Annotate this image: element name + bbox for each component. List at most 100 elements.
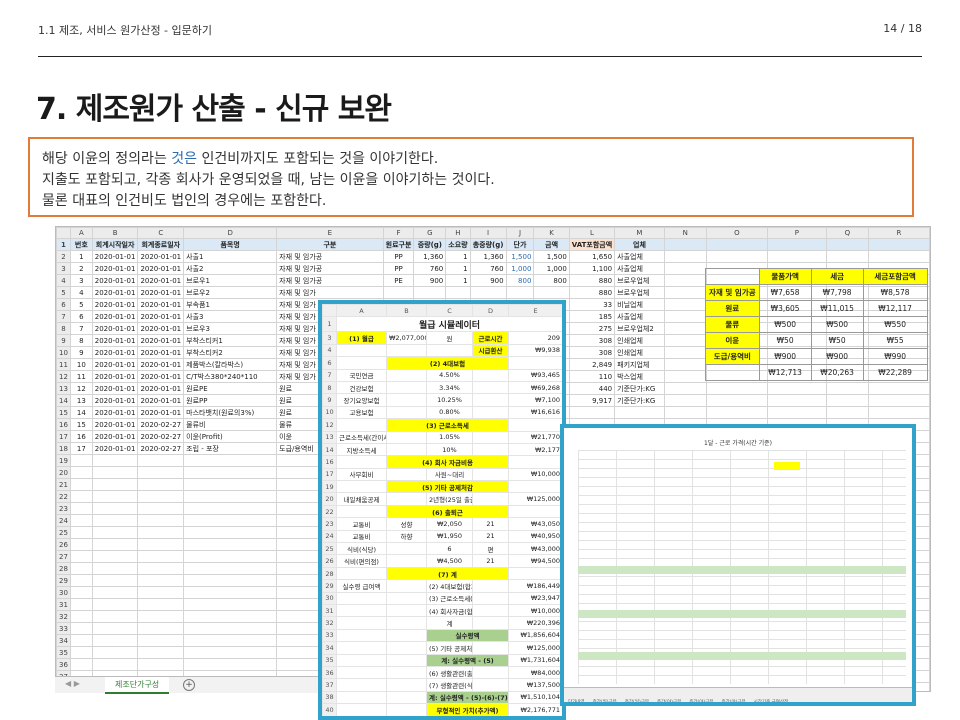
table-cell[interactable]: 부착스티커2 (183, 346, 278, 359)
table-cell[interactable]: 4 (69, 286, 93, 299)
empty-cell[interactable] (69, 586, 93, 599)
empty-cell[interactable] (91, 526, 139, 539)
column-header[interactable]: I (469, 227, 507, 239)
empty-cell[interactable] (69, 574, 93, 587)
empty-cell[interactable] (183, 514, 278, 527)
row-number[interactable]: 3 (56, 262, 71, 275)
table-cell[interactable]: 7 (69, 322, 93, 335)
table-cell[interactable]: 900 (469, 274, 507, 287)
table-cell[interactable]: 12 (69, 382, 93, 395)
empty-cell[interactable] (825, 394, 869, 407)
table-cell[interactable]: 2020-01-01 (91, 442, 139, 455)
column-title[interactable]: 금액 (533, 238, 570, 251)
row-number[interactable]: 28 (56, 562, 71, 575)
empty-cell[interactable] (91, 538, 139, 551)
row-number[interactable]: 32 (56, 610, 71, 623)
table-cell[interactable]: 900 (413, 274, 447, 287)
table-cell[interactable]: 2020-01-01 (137, 394, 185, 407)
table-cell[interactable]: 2020-01-01 (137, 286, 185, 299)
table-cell[interactable]: 이윤(Profit) (183, 430, 278, 443)
table-cell[interactable]: 1,650 (568, 250, 616, 263)
table-cell[interactable]: 자재 및 임가공 (276, 274, 384, 287)
empty-cell[interactable] (663, 382, 707, 395)
row-number[interactable]: 20 (56, 466, 71, 479)
column-header[interactable]: D (183, 227, 278, 239)
column-header[interactable]: E (276, 227, 384, 239)
empty-cell[interactable] (766, 238, 827, 251)
table-cell[interactable]: 마스타뱃치(원료의3%) (183, 406, 278, 419)
empty-cell[interactable] (663, 406, 707, 419)
empty-cell[interactable] (91, 466, 139, 479)
empty-cell[interactable] (663, 310, 707, 323)
column-header[interactable]: H (445, 227, 471, 239)
empty-cell[interactable] (183, 550, 278, 563)
empty-cell[interactable] (91, 514, 139, 527)
empty-cell[interactable] (69, 610, 93, 623)
empty-cell[interactable] (663, 346, 707, 359)
table-cell[interactable]: 브로우3 (183, 322, 278, 335)
tab-nav-arrows[interactable]: ◀ ▶ (65, 679, 80, 688)
column-title[interactable]: VAT포함금액 (568, 238, 616, 251)
table-cell[interactable]: C/T박스380*240*110 (183, 370, 278, 383)
empty-cell[interactable] (69, 478, 93, 491)
empty-cell[interactable] (183, 502, 278, 515)
table-cell[interactable]: 760 (469, 262, 507, 275)
empty-cell[interactable] (91, 454, 139, 467)
column-title[interactable]: 회계종료일자 (137, 238, 185, 251)
empty-cell[interactable] (91, 634, 139, 647)
column-header[interactable]: C (137, 227, 185, 239)
table-cell[interactable]: 2020-02-27 (137, 430, 185, 443)
table-cell[interactable] (505, 286, 535, 299)
column-header[interactable]: F (382, 227, 415, 239)
empty-cell[interactable] (867, 238, 930, 251)
column-header[interactable]: K (533, 227, 570, 239)
empty-cell[interactable] (183, 526, 278, 539)
empty-cell[interactable] (91, 646, 139, 659)
empty-cell[interactable] (663, 262, 707, 275)
table-cell[interactable]: 부착스티커1 (183, 334, 278, 347)
empty-cell[interactable] (705, 382, 768, 395)
empty-cell[interactable] (663, 358, 707, 371)
empty-cell[interactable] (183, 610, 278, 623)
table-cell[interactable]: 2020-02-27 (137, 418, 185, 431)
empty-cell[interactable] (91, 610, 139, 623)
empty-cell[interactable] (69, 646, 93, 659)
row-number[interactable]: 18 (56, 442, 71, 455)
table-cell[interactable]: 2020-01-01 (137, 262, 185, 275)
table-cell[interactable]: 박스업체 (614, 370, 665, 383)
table-cell[interactable]: 인쇄업체 (614, 346, 665, 359)
empty-cell[interactable] (183, 490, 278, 503)
table-cell[interactable]: PE (382, 274, 415, 287)
table-cell[interactable]: 16 (69, 430, 93, 443)
select-all-corner[interactable] (56, 227, 71, 239)
empty-cell[interactable] (91, 562, 139, 575)
table-cell[interactable]: 2020-01-01 (91, 322, 139, 335)
empty-cell[interactable] (137, 502, 185, 515)
empty-cell[interactable] (825, 250, 869, 263)
row-number[interactable]: 26 (56, 538, 71, 551)
table-cell[interactable]: 760 (413, 262, 447, 275)
empty-cell[interactable] (91, 622, 139, 635)
table-cell[interactable]: 14 (69, 406, 93, 419)
column-title[interactable]: 단가 (505, 238, 535, 251)
empty-cell[interactable] (705, 238, 768, 251)
table-cell[interactable]: 2020-01-01 (91, 250, 139, 263)
table-cell[interactable]: 브로우업체 (614, 274, 665, 287)
table-cell[interactable]: 2020-01-01 (91, 370, 139, 383)
empty-cell[interactable] (766, 382, 827, 395)
table-cell[interactable]: 2020-01-01 (91, 346, 139, 359)
empty-cell[interactable] (183, 574, 278, 587)
row-number[interactable]: 34 (56, 634, 71, 647)
table-cell[interactable]: 제품박스(칼라박스) (183, 358, 278, 371)
table-cell[interactable]: 2020-01-01 (137, 382, 185, 395)
empty-cell[interactable] (137, 538, 185, 551)
column-title[interactable]: 구분 (276, 238, 384, 251)
empty-cell[interactable] (69, 526, 93, 539)
table-cell[interactable]: 사출업체 (614, 250, 665, 263)
table-cell[interactable]: PP (382, 250, 415, 263)
table-cell[interactable]: 2020-01-01 (91, 406, 139, 419)
column-header[interactable]: Q (825, 227, 869, 239)
empty-cell[interactable] (183, 454, 278, 467)
empty-cell[interactable] (137, 622, 185, 635)
table-cell[interactable]: 사출1 (183, 250, 278, 263)
